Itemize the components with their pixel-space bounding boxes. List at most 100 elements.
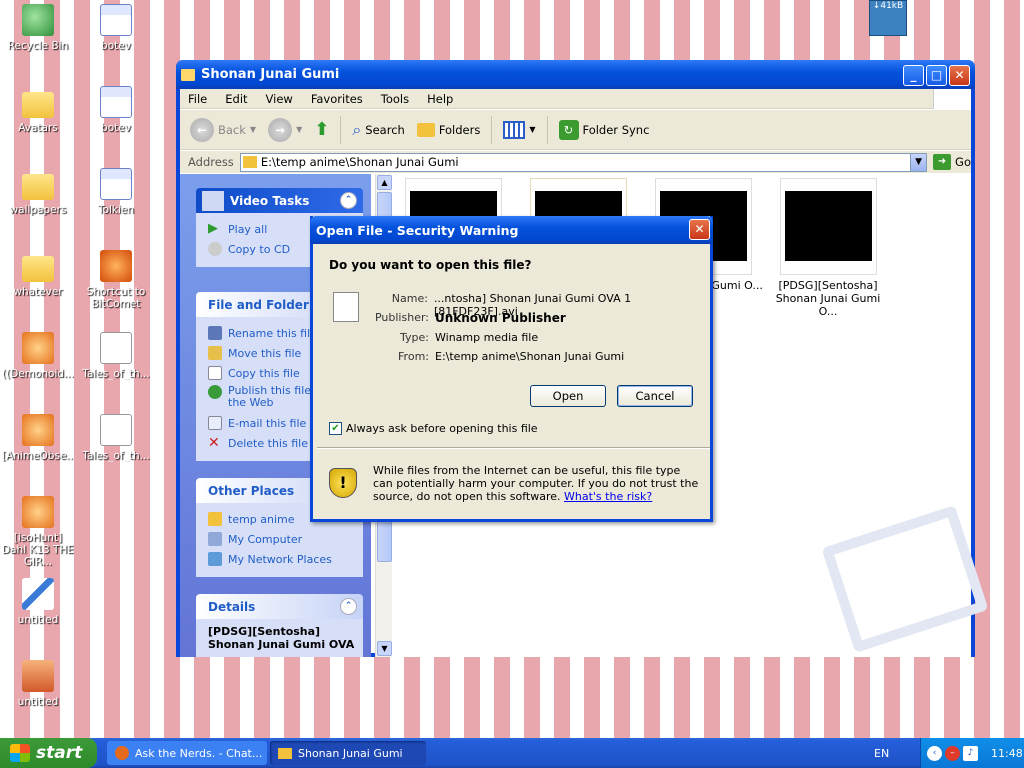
desktop-icon-demonoid[interactable]: ((Demonoid.... <box>2 332 74 380</box>
play-icon: ▶ <box>208 221 218 236</box>
system-tray: ‹ – ♪ 11:48 <box>920 738 1024 768</box>
open-button[interactable]: Open <box>530 385 606 407</box>
video-tasks-header[interactable]: Video Tasks ⌃ <box>196 188 363 213</box>
forward-arrow-icon: → <box>268 117 293 142</box>
dialog-close-button[interactable]: ✕ <box>689 219 710 240</box>
network-icon <box>208 552 222 566</box>
winamp-file-icon <box>22 332 54 364</box>
video-film-icon <box>202 190 224 211</box>
chevron-down-icon: ▼ <box>529 125 536 134</box>
place-my-computer[interactable]: My Computer <box>208 529 363 549</box>
recycle-bin-icon <box>22 4 54 36</box>
move-icon <box>208 346 222 360</box>
word-document-icon <box>100 86 132 118</box>
taskbar: start Ask the Nerds. - Chat... Shonan Ju… <box>0 738 1024 768</box>
forward-button[interactable]: → ▼ <box>264 115 306 145</box>
network-meter[interactable]: ↓41kB <box>869 0 907 36</box>
computer-icon <box>208 532 222 546</box>
collapse-chevron-icon[interactable]: ⌃ <box>340 192 357 209</box>
dialog-divider <box>317 447 710 449</box>
email-icon <box>208 416 222 430</box>
back-button[interactable]: ← Back ▼ <box>186 115 260 145</box>
dialog-title: Open File - Security Warning <box>316 222 519 238</box>
always-ask-checkbox[interactable]: ✔ <box>329 422 342 435</box>
maximize-button[interactable]: □ <box>926 65 947 86</box>
scroll-up-button[interactable]: ▲ <box>377 175 392 190</box>
firefox-icon <box>115 746 129 760</box>
publisher-value: Unknown Publisher <box>435 311 566 325</box>
menu-view[interactable]: View <box>266 92 293 106</box>
desktop-icon-tolkien[interactable]: Tolkien <box>80 168 152 216</box>
menu-tools[interactable]: Tools <box>381 92 409 106</box>
globe-icon <box>208 385 222 399</box>
folders-icon <box>416 122 435 137</box>
menu-favorites[interactable]: Favorites <box>311 92 363 106</box>
video-watermark-icon <box>821 505 989 653</box>
up-button[interactable]: ⬆ <box>310 115 333 145</box>
desktop-icon-recycle-bin[interactable]: Recycle Bin <box>2 4 74 52</box>
desktop-icon-untitled-paint[interactable]: untitled <box>2 578 74 626</box>
explorer-titlebar[interactable]: Shonan Junai Gumi _ □ ✕ <box>176 60 975 89</box>
collapse-chevron-icon[interactable]: ⌃ <box>340 598 357 615</box>
views-button[interactable]: ▼ <box>499 115 539 145</box>
details-header[interactable]: Details ⌃ <box>196 594 363 619</box>
desktop-icon-avatars[interactable]: Avatars <box>2 86 74 134</box>
clock[interactable]: 11:48 <box>991 747 1023 760</box>
go-button[interactable]: ➜ Go <box>933 154 971 170</box>
search-button[interactable]: ⌕ Search <box>348 115 408 145</box>
toolbar-separator <box>340 115 342 144</box>
window-title: Shonan Junai Gumi <box>201 67 340 82</box>
cancel-button[interactable]: Cancel <box>617 385 693 407</box>
from-row: From: E:\temp anime\Shonan Junai Gumi <box>398 350 625 363</box>
always-ask-label: Always ask before opening this file <box>346 422 538 435</box>
menu-help[interactable]: Help <box>427 92 453 106</box>
file-type-icon <box>333 292 359 322</box>
taskbar-item-explorer[interactable]: Shonan Junai Gumi <box>270 741 426 765</box>
file-thumbnail[interactable] <box>780 178 877 275</box>
start-button[interactable]: start <box>0 738 97 768</box>
desktop-icon-tales-2[interactable]: Tales_of_th... <box>80 414 152 462</box>
minimize-button[interactable]: _ <box>903 65 924 86</box>
bitcomet-icon <box>100 250 132 282</box>
desktop-icon-untitled-archive[interactable]: untitled <box>2 660 74 708</box>
windows-logo-icon <box>10 744 30 762</box>
folder-sync-button[interactable]: ↻ Folder Sync <box>555 115 654 145</box>
from-value: E:\temp anime\Shonan Junai Gumi <box>435 350 625 363</box>
desktop-icon-whatever[interactable]: whatever <box>2 250 74 298</box>
desktop-icon-botev-2[interactable]: botev <box>80 86 152 134</box>
always-ask-option[interactable]: ✔ Always ask before opening this file <box>329 422 538 435</box>
winamp-file-icon <box>22 414 54 446</box>
menu-file[interactable]: File <box>188 92 207 106</box>
word-document-icon <box>100 4 132 36</box>
desktop-icon-isohunt[interactable]: [isoHunt] Dahl K13 THE GIR... <box>2 496 74 568</box>
address-value: E:\temp anime\Shonan Junai Gumi <box>260 155 459 169</box>
language-indicator[interactable]: EN <box>874 747 889 760</box>
taskbar-item-chat[interactable]: Ask the Nerds. - Chat... <box>107 741 267 765</box>
place-my-network[interactable]: My Network Places <box>208 549 363 569</box>
up-folder-icon: ⬆ <box>314 119 330 140</box>
warning-text: While files from the Internet can be use… <box>373 464 699 503</box>
rename-icon <box>208 326 222 340</box>
scroll-down-button[interactable]: ▼ <box>377 641 392 656</box>
desktop-icon-animeobse[interactable]: [AnimeObse... <box>2 414 74 462</box>
type-row: Type: Winamp media file <box>400 331 539 344</box>
type-value: Winamp media file <box>435 331 539 344</box>
dialog-titlebar[interactable]: Open File - Security Warning ✕ <box>310 216 713 244</box>
address-dropdown-button[interactable]: ▼ <box>910 153 927 171</box>
folders-button[interactable]: Folders <box>413 115 485 145</box>
no-entry-icon[interactable]: – <box>945 745 960 761</box>
chevron-left-icon[interactable]: ‹ <box>927 745 942 761</box>
whats-the-risk-link[interactable]: What's the risk? <box>564 490 652 503</box>
address-input[interactable]: E:\temp anime\Shonan Junai Gumi ▼ <box>239 152 928 172</box>
desktop-icon-wallpapers[interactable]: wallpapers <box>2 168 74 216</box>
menu-edit[interactable]: Edit <box>225 92 247 106</box>
volume-icon[interactable]: ♪ <box>963 745 978 761</box>
desktop-icon-bitcomet[interactable]: Shortcut to BitComet <box>80 250 152 310</box>
close-button[interactable]: ✕ <box>949 65 970 86</box>
desktop-icon-botev-1[interactable]: botev <box>80 4 152 52</box>
winamp-file-icon <box>22 496 54 528</box>
go-arrow-icon: ➜ <box>933 154 952 170</box>
desktop-icon-tales-1[interactable]: Tales_of_th... <box>80 332 152 380</box>
file-caption: [PDSG][Sentosha] Shonan Junai Gumi O... <box>775 279 881 318</box>
folder-icon <box>22 256 54 282</box>
